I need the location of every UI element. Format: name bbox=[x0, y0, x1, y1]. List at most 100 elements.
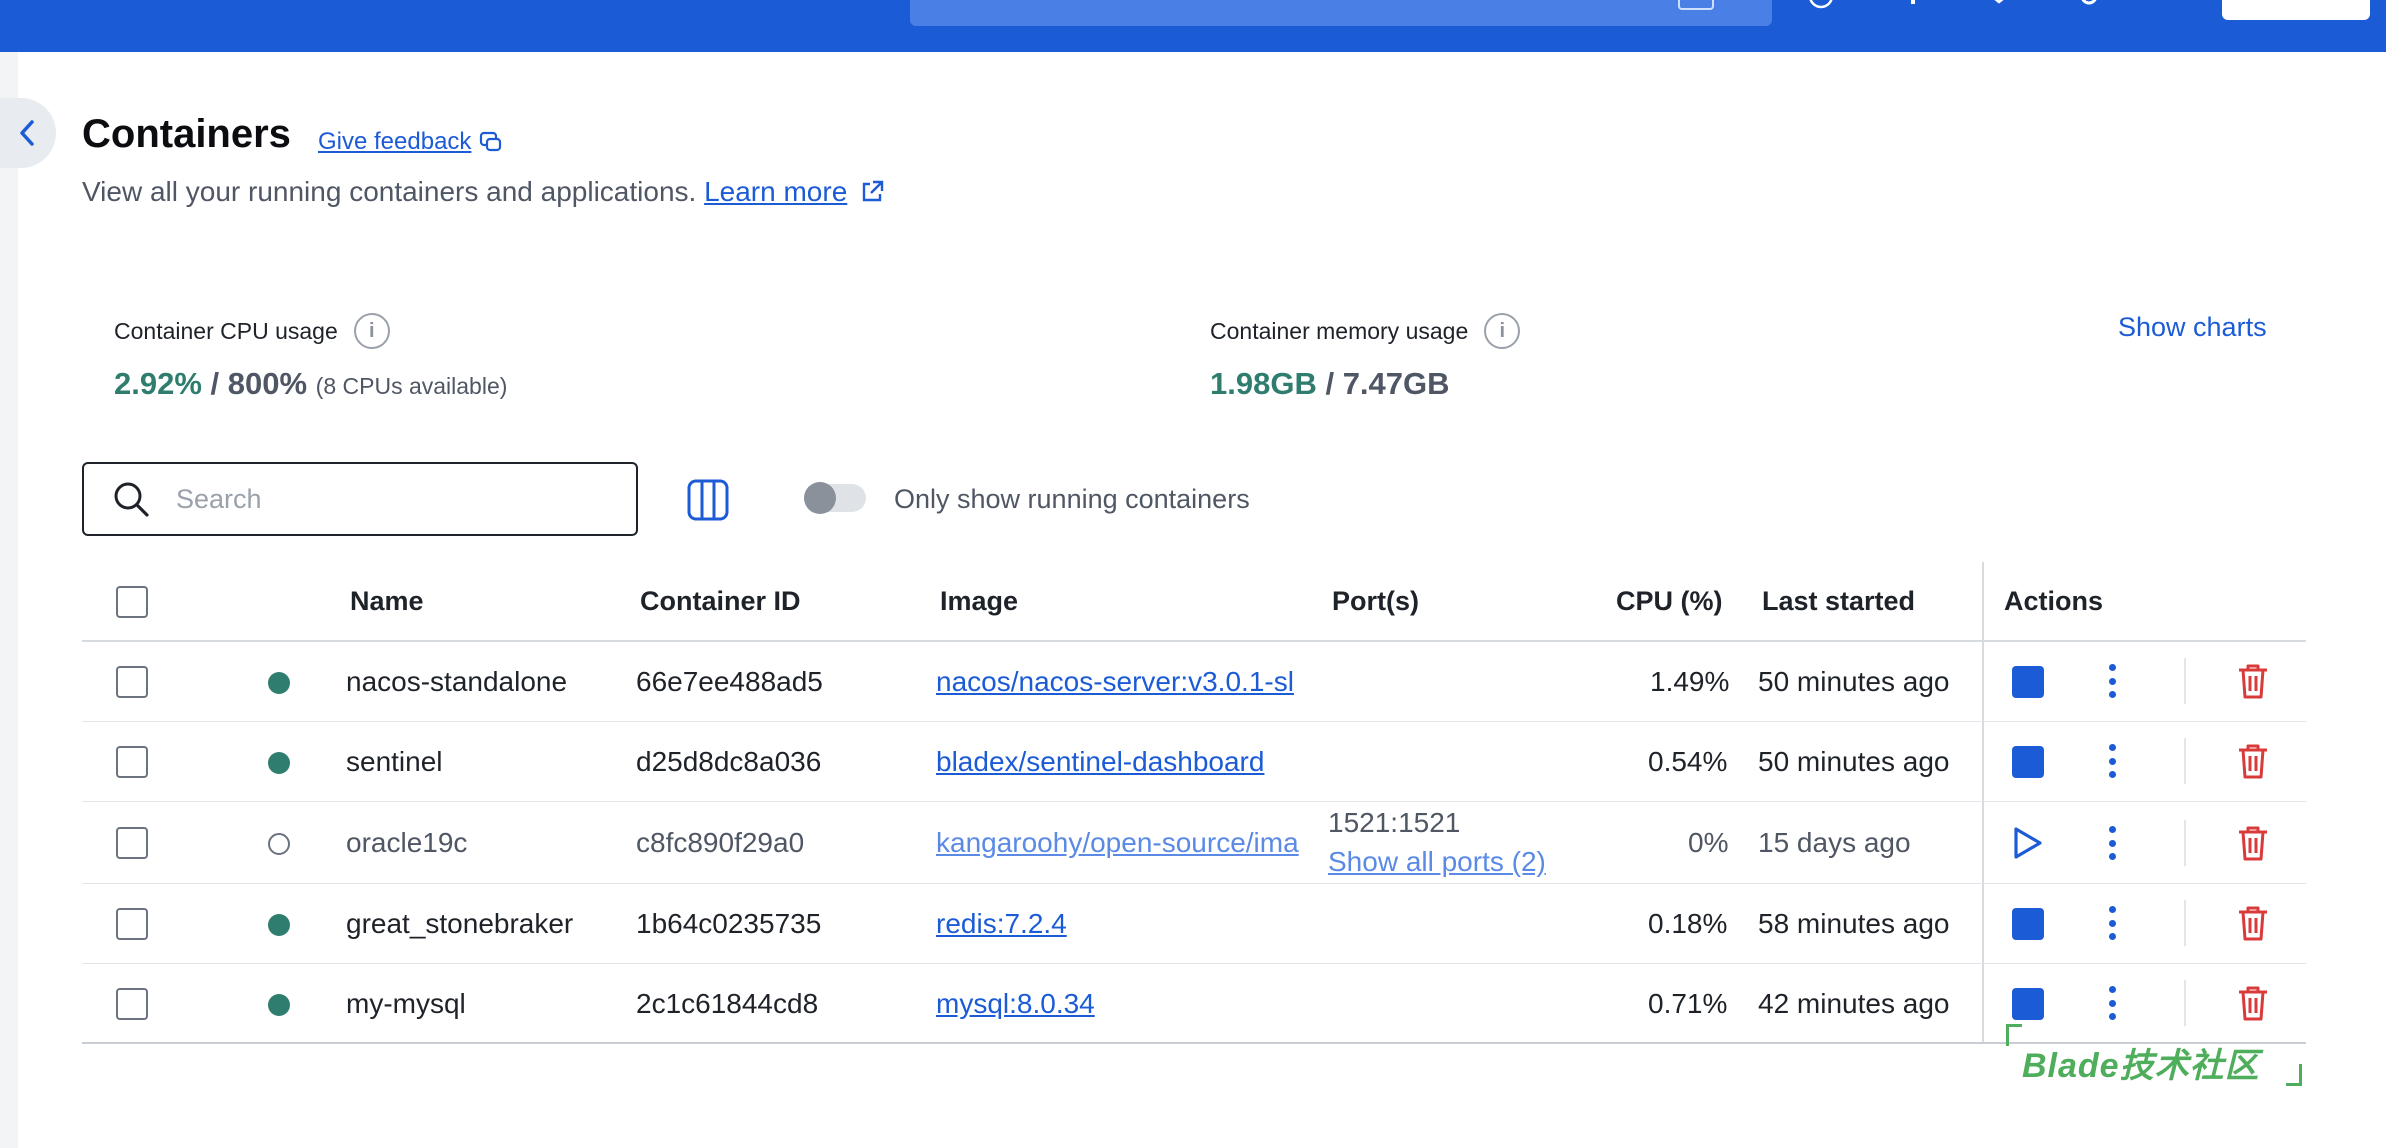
search-input[interactable]: Search bbox=[82, 462, 638, 536]
image-link[interactable]: kangaroohy/open-source/ima bbox=[936, 827, 1314, 859]
extensions-icon[interactable] bbox=[1986, 0, 2012, 10]
memory-total: 7.47GB bbox=[1342, 366, 1450, 401]
last-started: 15 days ago bbox=[1758, 827, 1911, 858]
container-name[interactable]: great_stonebraker bbox=[346, 908, 573, 940]
page-subtitle: View all your running containers and app… bbox=[82, 176, 885, 208]
search-icon bbox=[114, 482, 149, 517]
image-link[interactable]: nacos/nacos-server:v3.0.1-sl bbox=[936, 666, 1314, 698]
cpu-total: 800% bbox=[227, 366, 308, 401]
row-checkbox[interactable] bbox=[116, 908, 148, 940]
port-mapping: 1521:1521 bbox=[1328, 807, 1461, 838]
row-checkbox[interactable] bbox=[116, 666, 148, 698]
row-checkbox[interactable] bbox=[116, 988, 148, 1020]
status-running-dot bbox=[268, 672, 290, 694]
more-actions-button[interactable] bbox=[2104, 664, 2120, 698]
info-icon[interactable]: i bbox=[1484, 313, 1521, 349]
container-name[interactable]: my-mysql bbox=[346, 988, 466, 1020]
learn-more-link[interactable]: Learn more bbox=[704, 176, 847, 207]
action-divider bbox=[2184, 658, 2186, 704]
table-row[interactable]: my-mysql 2c1c61844cd8 mysql:8.0.34 0.71%… bbox=[82, 964, 2306, 1044]
watermark-corner bbox=[2006, 1024, 2022, 1046]
info-icon[interactable]: i bbox=[353, 313, 390, 349]
apps-grid-icon[interactable] bbox=[2158, 0, 2184, 10]
row-checkbox[interactable] bbox=[116, 746, 148, 778]
more-actions-button[interactable] bbox=[2104, 986, 2120, 1020]
container-id: c8fc890f29a0 bbox=[636, 827, 805, 858]
give-feedback-label: Give feedback bbox=[318, 128, 472, 155]
action-divider bbox=[2184, 980, 2186, 1026]
columns-icon[interactable] bbox=[686, 478, 730, 522]
cpu-separator: / bbox=[201, 366, 228, 401]
more-actions-button[interactable] bbox=[2104, 744, 2120, 778]
last-started: 42 minutes ago bbox=[1758, 988, 1950, 1019]
play-icon[interactable] bbox=[2010, 825, 2044, 861]
container-id: 2c1c61844cd8 bbox=[636, 988, 819, 1019]
memory-usage-label-row: Container memory usage i bbox=[1210, 313, 1521, 349]
status-running-dot bbox=[268, 994, 290, 1016]
only-running-toggle[interactable] bbox=[804, 482, 866, 514]
memory-usage-label: Container memory usage bbox=[1210, 317, 1469, 344]
table-row[interactable]: sentinel d25d8dc8a036 bladex/sentinel-da… bbox=[82, 722, 2306, 802]
image-link[interactable]: redis:7.2.4 bbox=[936, 908, 1314, 940]
chevron-left-icon bbox=[20, 120, 34, 146]
give-feedback-link[interactable]: Give feedback bbox=[318, 128, 503, 156]
toggle-knob bbox=[804, 482, 836, 514]
header-container-id[interactable]: Container ID bbox=[640, 586, 801, 617]
global-search-input[interactable] bbox=[910, 0, 1772, 26]
notifications-icon[interactable] bbox=[1900, 0, 1926, 10]
table-header: Name Container ID Image Port(s) CPU (%) … bbox=[82, 562, 2306, 642]
cpu-percent: 0.71% bbox=[1648, 988, 1728, 1019]
stop-button[interactable] bbox=[2012, 666, 2044, 698]
table-row[interactable]: nacos-standalone 66e7ee488ad5 nacos/naco… bbox=[82, 642, 2306, 722]
cpu-usage-label-row: Container CPU usage i bbox=[114, 313, 390, 349]
container-name[interactable]: nacos-standalone bbox=[346, 666, 567, 698]
last-started: 50 minutes ago bbox=[1758, 666, 1950, 697]
cpu-percent: 0% bbox=[1688, 827, 1729, 858]
delete-icon[interactable] bbox=[2236, 742, 2270, 780]
delete-icon[interactable] bbox=[2236, 662, 2270, 700]
select-all-checkbox[interactable] bbox=[116, 586, 148, 618]
stop-button[interactable] bbox=[2012, 988, 2044, 1020]
more-actions-button[interactable] bbox=[2104, 906, 2120, 940]
cpu-percent: 1.49% bbox=[1650, 666, 1730, 697]
show-all-ports-link[interactable]: Show all ports (2) bbox=[1328, 846, 1546, 878]
image-link[interactable]: bladex/sentinel-dashboard bbox=[936, 746, 1314, 778]
cpu-usage-value: 2.92% / 800% (8 CPUs available) bbox=[114, 366, 507, 402]
cpu-percent: 0.54% bbox=[1648, 746, 1728, 777]
more-actions-button[interactable] bbox=[2104, 826, 2120, 860]
show-charts-button[interactable]: Show charts bbox=[2118, 312, 2267, 343]
delete-icon[interactable] bbox=[2236, 904, 2270, 942]
header-cpu[interactable]: CPU (%) bbox=[1616, 586, 1723, 617]
top-bar bbox=[0, 0, 2386, 52]
watermark-text: Blade技术社区 bbox=[2022, 1047, 2260, 1085]
settings-icon[interactable] bbox=[2076, 0, 2102, 10]
external-link-icon bbox=[862, 180, 884, 202]
collapse-sidebar-button[interactable] bbox=[0, 98, 56, 168]
cpu-used: 2.92% bbox=[114, 366, 202, 401]
stop-button[interactable] bbox=[2012, 908, 2044, 940]
search-shortcut-badge bbox=[1678, 0, 1714, 10]
delete-icon[interactable] bbox=[2236, 824, 2270, 862]
stop-button[interactable] bbox=[2012, 746, 2044, 778]
container-name[interactable]: sentinel bbox=[346, 746, 443, 778]
sign-in-button[interactable] bbox=[2222, 0, 2370, 20]
status-running-dot bbox=[268, 914, 290, 936]
table-row[interactable]: oracle19c c8fc890f29a0 kangaroohy/open-s… bbox=[82, 802, 2306, 884]
header-ports[interactable]: Port(s) bbox=[1332, 586, 1419, 617]
image-link[interactable]: mysql:8.0.34 bbox=[936, 988, 1314, 1020]
help-icon[interactable] bbox=[1808, 0, 1834, 10]
search-placeholder: Search bbox=[176, 483, 262, 514]
status-running-dot bbox=[268, 752, 290, 774]
cpu-percent: 0.18% bbox=[1648, 908, 1728, 939]
container-name[interactable]: oracle19c bbox=[346, 827, 467, 859]
header-image[interactable]: Image bbox=[940, 586, 1018, 617]
action-divider bbox=[2184, 900, 2186, 946]
header-name[interactable]: Name bbox=[350, 586, 424, 617]
delete-icon[interactable] bbox=[2236, 984, 2270, 1022]
row-checkbox[interactable] bbox=[116, 827, 148, 859]
last-started: 50 minutes ago bbox=[1758, 746, 1950, 777]
container-id: 1b64c0235735 bbox=[636, 908, 822, 939]
header-last-started[interactable]: Last started bbox=[1762, 586, 1915, 617]
table-row[interactable]: great_stonebraker 1b64c0235735 redis:7.2… bbox=[82, 884, 2306, 964]
action-divider bbox=[2184, 738, 2186, 784]
